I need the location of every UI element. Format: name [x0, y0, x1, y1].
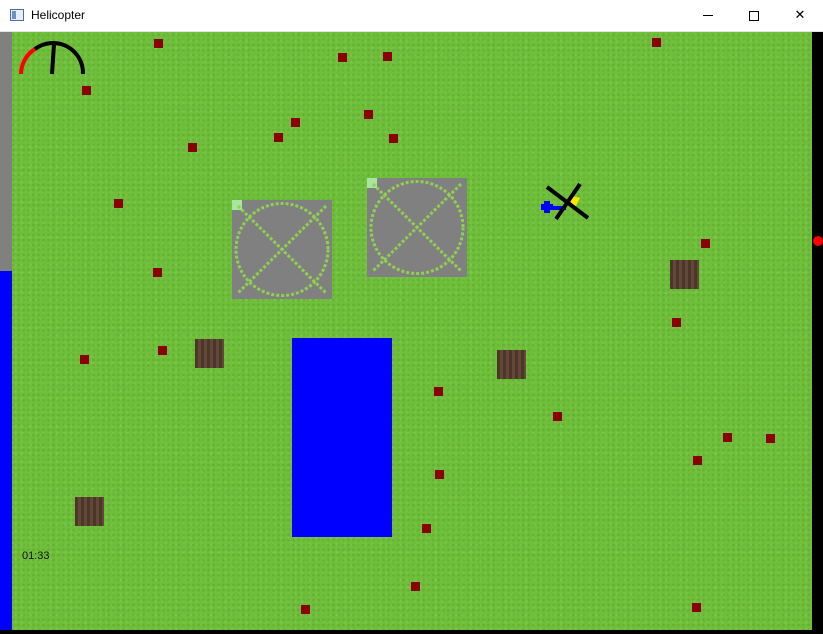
- enemy-marker-icon: [274, 133, 283, 142]
- minimize-button[interactable]: [685, 0, 731, 31]
- maximize-icon: [749, 10, 759, 21]
- enemy-marker-icon: [364, 110, 373, 119]
- enemy-marker-icon: [154, 39, 163, 48]
- enemy-marker-icon: [766, 434, 775, 443]
- close-button[interactable]: ✕: [777, 0, 823, 31]
- enemy-marker-icon: [411, 582, 420, 591]
- crate-icon: [670, 260, 699, 289]
- app-icon: [10, 9, 24, 21]
- enemy-marker-icon: [301, 605, 310, 614]
- close-icon: ✕: [794, 8, 806, 23]
- landing-pad-icon: [234, 202, 330, 297]
- enemy-marker-icon: [652, 38, 661, 47]
- minimize-icon: [703, 15, 713, 16]
- enemy-marker-icon: [80, 355, 89, 364]
- game-window: Helicopter ✕ 01:33: [0, 0, 823, 634]
- game-canvas[interactable]: 01:33: [0, 32, 823, 634]
- crate-icon: [497, 350, 526, 379]
- enemy-marker-icon: [158, 346, 167, 355]
- enemy-marker-icon: [153, 268, 162, 277]
- altitude-bar: [812, 32, 823, 634]
- title-bar[interactable]: Helicopter ✕: [0, 0, 823, 32]
- lake: [292, 338, 392, 537]
- enemy-marker-icon: [114, 199, 123, 208]
- enemy-marker-icon: [422, 524, 431, 533]
- fuel-bar-empty: [0, 32, 12, 271]
- enemy-marker-icon: [291, 118, 300, 127]
- landing-pad-icon: [369, 180, 465, 275]
- enemy-marker-icon: [389, 134, 398, 143]
- bottom-border: [0, 630, 823, 634]
- enemy-marker-icon: [82, 86, 91, 95]
- landing-pad: [367, 178, 467, 277]
- enemy-marker-icon: [723, 433, 732, 442]
- maximize-button[interactable]: [731, 0, 777, 31]
- enemy-marker-icon: [434, 387, 443, 396]
- enemy-marker-icon: [672, 318, 681, 327]
- timer: 01:33: [22, 550, 50, 562]
- landing-pad: [232, 200, 332, 299]
- enemy-marker-icon: [693, 456, 702, 465]
- enemy-marker-icon: [701, 239, 710, 248]
- crate-icon: [195, 339, 224, 368]
- window-title: Helicopter: [31, 8, 86, 22]
- crate-icon: [75, 497, 104, 526]
- enemy-marker-icon: [188, 143, 197, 152]
- enemy-marker-icon: [338, 53, 347, 62]
- fuel-bar-fill: [0, 271, 12, 630]
- grass-field: [0, 32, 812, 630]
- enemy-marker-icon: [435, 470, 444, 479]
- enemy-marker-icon: [383, 52, 392, 61]
- enemy-marker-icon: [553, 412, 562, 421]
- enemy-marker-icon: [692, 603, 701, 612]
- helicopter-icon[interactable]: [536, 182, 592, 222]
- altitude-marker: [813, 236, 823, 246]
- speed-gauge-icon: [19, 41, 86, 75]
